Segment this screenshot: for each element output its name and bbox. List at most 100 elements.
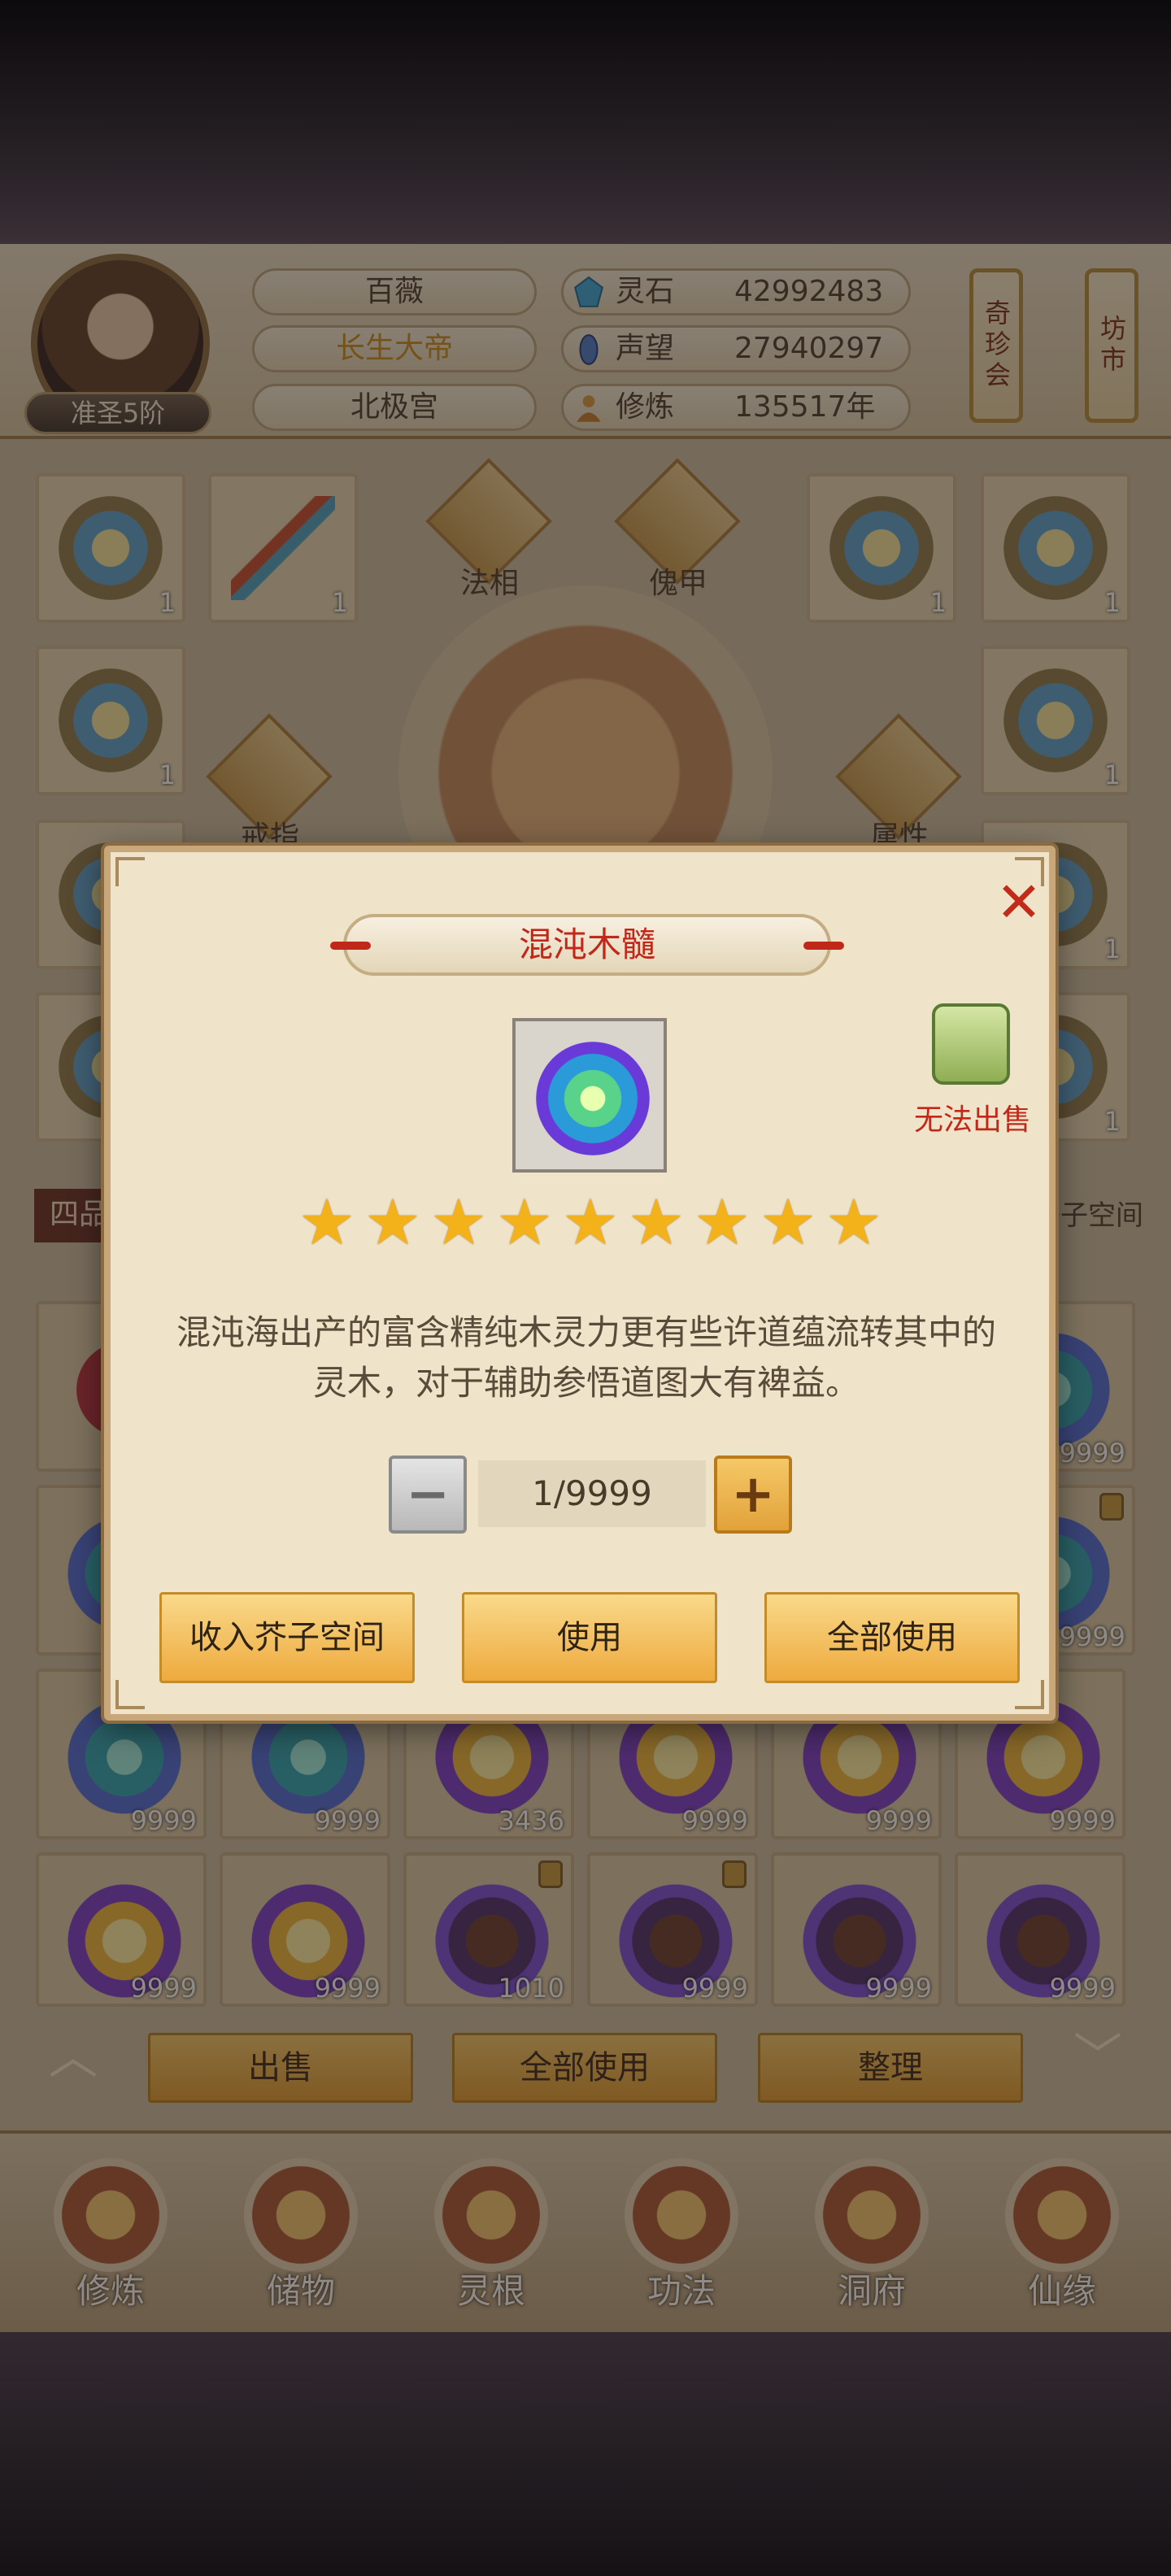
nav-label: 储物 [266, 2271, 335, 2311]
nav-item-cultivate[interactable]: 修炼 [29, 2158, 192, 2321]
use-all-button[interactable]: 全部使用 [452, 2033, 717, 2103]
crystal-icon [536, 1042, 650, 1155]
star-icon: ★ [825, 1186, 882, 1260]
resource-label: 声望 [616, 332, 675, 365]
equipment-slot[interactable]: 1 [208, 473, 358, 623]
corner-ornament [115, 1680, 145, 1709]
sort-button[interactable]: 整理 [758, 2033, 1023, 2103]
slot-label: 法相 [459, 567, 519, 600]
immortal-fate-icon [1005, 2158, 1119, 2272]
item-count: 9999 [1049, 1805, 1116, 1836]
item-count: 1 [1104, 933, 1121, 964]
storage-bag-icon [244, 2158, 358, 2272]
equipment-slot[interactable]: 1 [36, 473, 185, 623]
nav-label: 功法 [646, 2271, 716, 2311]
quantity-field[interactable]: 1/9999 [478, 1460, 706, 1527]
rank-badge: 准圣5阶 [24, 392, 211, 434]
item-count: 1 [1104, 1106, 1121, 1137]
item-count: 1 [929, 587, 947, 618]
item-count: 9999 [681, 1805, 748, 1836]
use-all-dialog-button[interactable]: 全部使用 [764, 1592, 1020, 1683]
banner-ornament [803, 942, 844, 950]
top-status-area [0, 0, 1171, 244]
spirit-root-icon [434, 2158, 548, 2272]
lock-icon [932, 1003, 1010, 1085]
star-icon: ★ [628, 1186, 685, 1260]
inventory-slot[interactable]: 9999 [220, 1852, 390, 2007]
corner-ornament [1015, 1680, 1044, 1709]
inventory-slot[interactable]: 9999 [587, 1852, 758, 2007]
item-count: 1 [331, 587, 348, 618]
player-header: 准圣5阶 百薇 长生大帝 北极宫 灵石 42992483 声望 27940297… [0, 244, 1171, 439]
item-detail-dialog: ✕ 混沌木髓 无法出售 ★ ★ ★ ★ ★ ★ ★ ★ ★ 混沌海出产的富含精纯木灵力更有些许道… [104, 846, 1056, 1721]
nav-item-spirit-root[interactable]: 灵根 [410, 2158, 572, 2321]
equipment-slot[interactable]: 1 [36, 646, 185, 795]
item-description: 混沌海出产的富含精纯木灵力更有些许道蕴流转其中的灵木，对于辅助参悟道图大有裨益。 [176, 1312, 996, 1403]
use-button[interactable]: 使用 [462, 1592, 717, 1683]
item-count: 1 [159, 587, 176, 618]
resource-label: 修炼 [616, 390, 675, 424]
item-count: 9999 [1059, 1438, 1125, 1469]
technique-book-icon [625, 2158, 738, 2272]
close-icon[interactable]: ✕ [990, 876, 1047, 933]
nav-label: 洞府 [837, 2271, 906, 2311]
armor-icon [1003, 496, 1108, 600]
star-icon: ★ [430, 1186, 487, 1260]
increase-quantity-button[interactable]: + [714, 1456, 792, 1534]
inventory-slot[interactable]: 9999 [955, 1852, 1125, 2007]
treasure-fair-button[interactable]: 奇珍会 [969, 268, 1023, 423]
item-count: 1 [1104, 759, 1121, 790]
resource-value: 27940297 [734, 332, 884, 365]
cultivation-icon [577, 395, 601, 422]
armor-icon [59, 496, 163, 600]
nav-item-technique[interactable]: 功法 [600, 2158, 763, 2321]
sell-button[interactable]: 出售 [148, 2033, 413, 2103]
sword-icon [231, 496, 335, 600]
resource-value: 42992483 [734, 275, 884, 308]
bottom-nav: 修炼 储物 灵根 功法 洞府 仙缘 [0, 2130, 1171, 2332]
nav-item-storage[interactable]: 储物 [220, 2158, 382, 2321]
item-count: 9999 [314, 1805, 381, 1836]
nav-item-fate[interactable]: 仙缘 [981, 2158, 1143, 2321]
inventory-slot[interactable]: 9999 [36, 1852, 207, 2007]
cultivate-icon [54, 2158, 168, 2272]
store-to-space-button[interactable]: 收入芥子空间 [159, 1592, 415, 1683]
equipment-slot[interactable]: 1 [981, 646, 1130, 795]
player-sect: 北极宫 [252, 384, 537, 431]
player-title: 长生大帝 [252, 325, 537, 372]
equipment-slot[interactable]: 1 [981, 473, 1130, 623]
resource-value: 135517年 [734, 390, 876, 424]
item-count: 9999 [314, 1973, 381, 2004]
slot-label: 傀甲 [648, 567, 707, 600]
star-icon: ★ [694, 1186, 751, 1260]
star-icon: ★ [364, 1186, 421, 1260]
item-count: 9999 [1049, 1973, 1116, 2004]
item-count: 9999 [1059, 1621, 1125, 1652]
equipment-slot[interactable]: 1 [807, 473, 956, 623]
armor-icon [59, 668, 163, 772]
item-count: 1 [1104, 587, 1121, 618]
star-icon: ★ [496, 1186, 553, 1260]
bottom-status-area [0, 2332, 1171, 2576]
cave-residence-icon [815, 2158, 929, 2272]
corner-ornament [115, 857, 145, 886]
inventory-slot[interactable]: 1010 [403, 1852, 574, 2007]
decrease-quantity-button[interactable]: − [389, 1456, 467, 1534]
scroll-up-arrow[interactable]: ︿ [33, 2033, 114, 2082]
star-icon: ★ [760, 1186, 816, 1260]
market-button[interactable]: 坊市 [1085, 268, 1138, 423]
inventory-slot[interactable]: 9999 [771, 1852, 942, 2007]
resource-spirit-stone: 灵石 42992483 [561, 268, 911, 315]
item-count: 9999 [865, 1805, 932, 1836]
item-count: 1010 [498, 1973, 564, 2004]
scroll-down-arrow[interactable]: ﹀ [1057, 2033, 1138, 2082]
item-count: 1 [159, 759, 176, 790]
lock-icon [722, 1860, 747, 1888]
nav-label: 灵根 [456, 2271, 525, 2311]
armor-icon [1003, 668, 1108, 772]
spirit-stone-icon [573, 276, 604, 307]
nav-item-cave[interactable]: 洞府 [790, 2158, 953, 2321]
lock-icon [538, 1860, 563, 1888]
resource-cultivation: 修炼 135517年 [561, 384, 911, 431]
dialog-title-banner: 混沌木髓 [330, 914, 844, 976]
